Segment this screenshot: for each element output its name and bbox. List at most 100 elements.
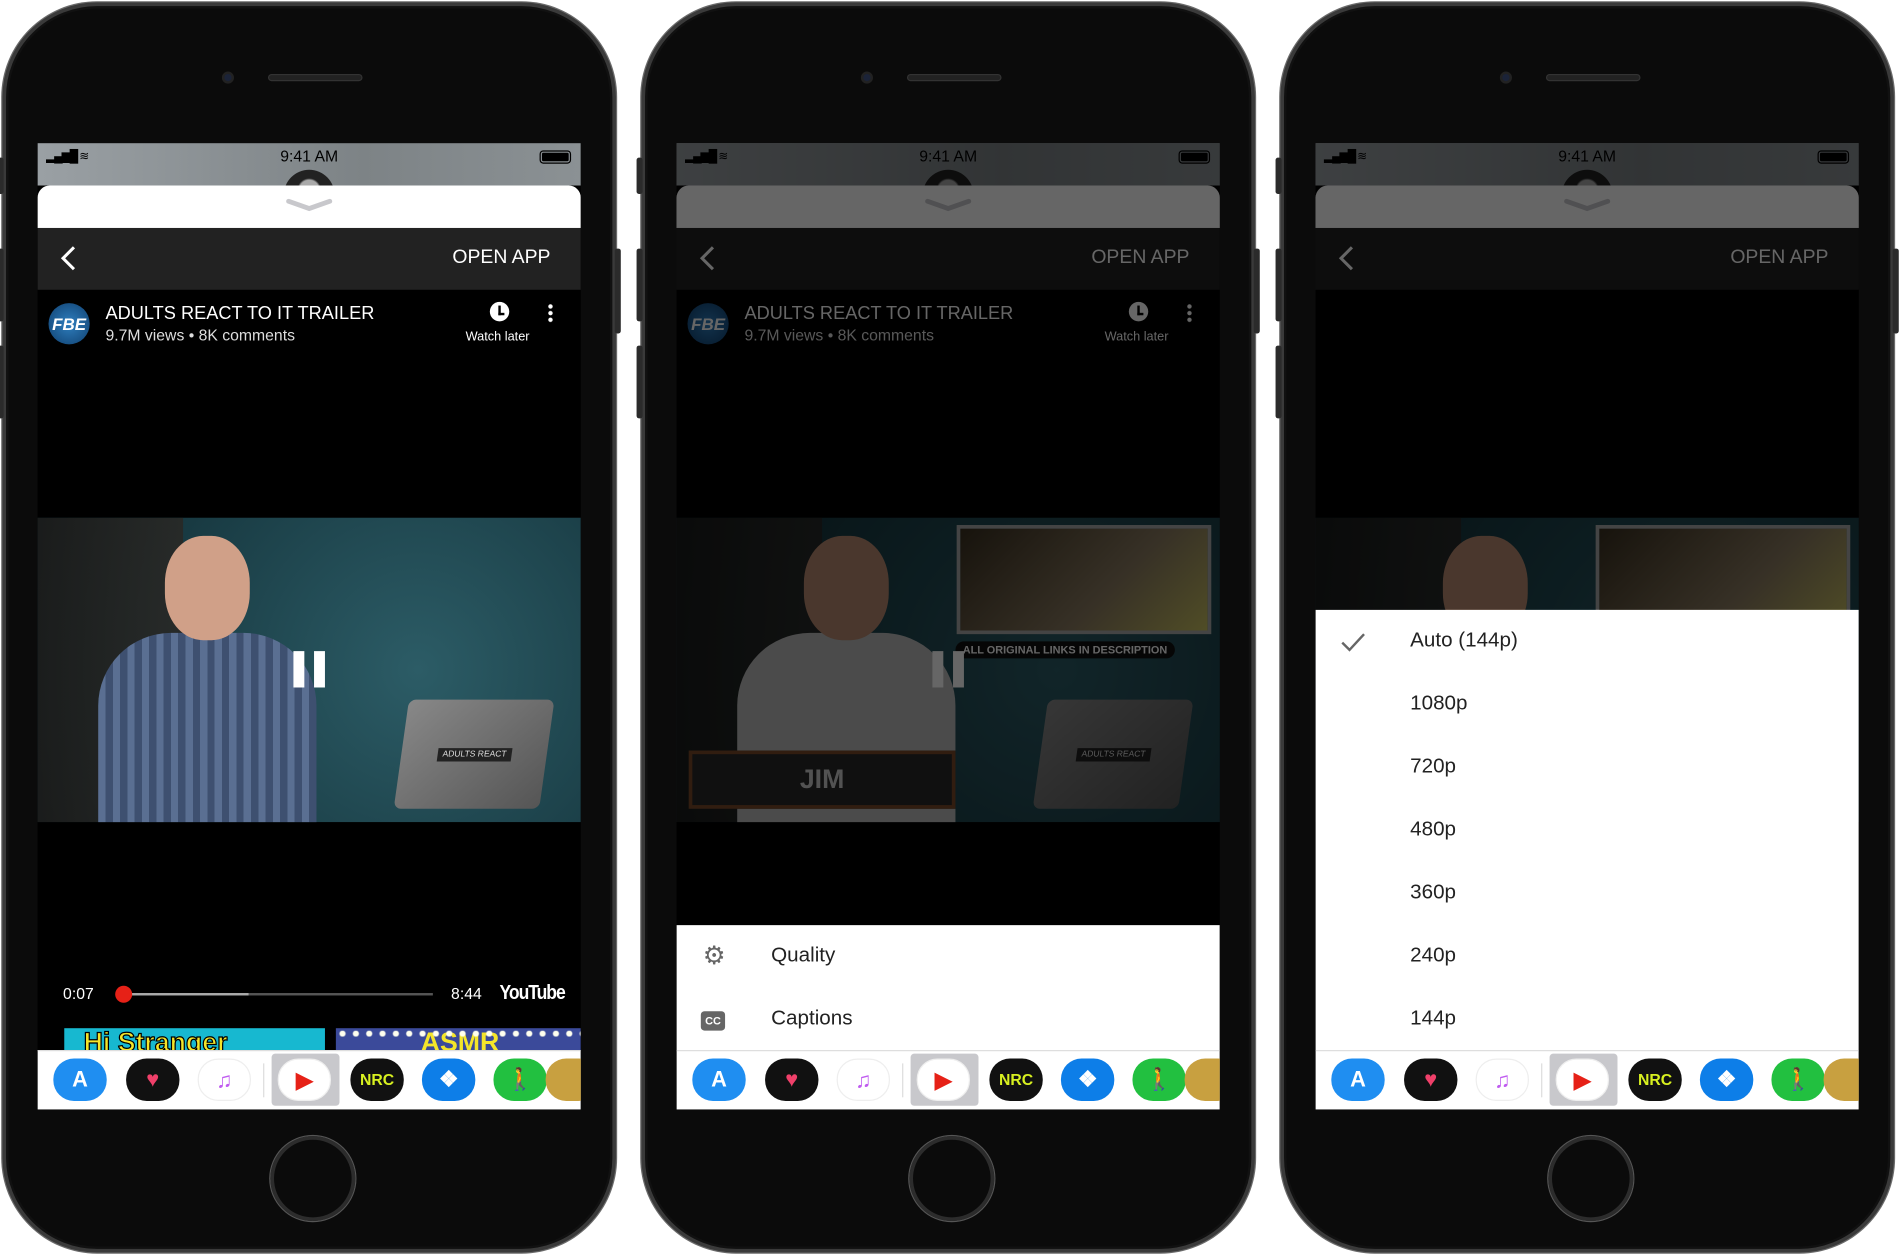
youtube-icon[interactable]: ▶ [277,1058,332,1101]
video-player[interactable]: ADULTS REACT [37,517,581,823]
quality-option-label: 720p [1410,754,1457,778]
dim-overlay[interactable] [1315,143,1859,610]
video-title: ADULTS REACT TO IT TRAILER [105,303,375,324]
nike-run-club-icon[interactable]: NRC [1628,1058,1682,1101]
clock-icon[interactable] [489,301,510,322]
screen: ▂▄▆█ ≋ 9:41 AM OPEN APP FBE ADULTS REACT… [676,143,1220,1110]
battery-icon [539,150,572,164]
related-video-thumbnail[interactable]: ASMR [335,1028,581,1051]
earpiece-speaker [267,73,363,82]
heart-app-icon[interactable]: ♥ [126,1058,180,1101]
quality-option[interactable]: 360p [1316,862,1859,925]
heart-app-icon[interactable]: ♥ [765,1058,819,1101]
app-store-icon[interactable]: A [53,1058,107,1101]
quality-option[interactable]: Auto (144p) [1316,610,1859,673]
mute-switch [1275,157,1282,194]
open-app-button[interactable]: OPEN APP [452,247,550,269]
video-frame-person [98,535,317,823]
quality-option-label: 240p [1410,943,1457,967]
seek-track[interactable] [115,985,433,1003]
gold-app-icon[interactable] [1184,1058,1220,1101]
dim-overlay[interactable] [676,143,1220,926]
quality-option[interactable]: 144p [1316,988,1859,1051]
checkmark-icon [1341,633,1365,652]
front-camera [1499,71,1512,84]
quality-menu: Auto (144p) 1080p 720p 480p 360p 240p 144p [1315,609,1859,1051]
gold-app-icon[interactable] [1823,1058,1859,1101]
home-button[interactable] [1548,1136,1634,1221]
quality-option[interactable]: 240p [1316,925,1859,988]
front-camera [860,71,873,84]
gear-icon: ⚙ [702,942,726,970]
earpiece-speaker [906,73,1002,82]
front-camera [221,71,235,84]
music-icon[interactable]: ♫ [836,1058,890,1101]
imessage-app-drawer: A ♥ ♫ ▶ NRC ❖ 🚶 [37,1050,581,1110]
chevron-left-icon[interactable] [57,245,81,272]
quality-option-label: 480p [1410,817,1457,841]
power-button [1892,248,1899,334]
music-icon[interactable]: ♫ [197,1058,251,1101]
mute-switch [636,157,643,194]
app-store-icon[interactable]: A [692,1058,746,1101]
related-video-thumbnail[interactable]: Hi Stranger [64,1028,325,1051]
mute-switch [0,157,4,194]
menu-item-captions[interactable]: CC Captions [677,988,1220,1051]
volume-up-button [636,248,643,322]
volume-down-button [1275,345,1282,419]
earpiece-speaker [1545,73,1641,82]
volume-down-button [636,345,643,419]
closed-captions-icon: CC [700,1011,726,1031]
imessage-app-drawer: A ♥ ♫ ▶ NRC ❖ 🚶 [676,1050,1220,1110]
watch-later-label[interactable]: Watch later [466,330,530,345]
quality-option-label: 144p [1410,1006,1457,1030]
video-frame-laptop: ADULTS REACT [393,699,555,809]
quality-option[interactable]: 720p [1316,736,1859,799]
fitness-walk-icon[interactable]: 🚶 [493,1058,547,1101]
dock-divider [1541,1063,1543,1098]
gold-app-icon[interactable] [545,1058,581,1101]
fitness-walk-icon[interactable]: 🚶 [1771,1058,1825,1101]
youtube-icon[interactable]: ▶ [916,1058,970,1101]
power-button [1253,248,1260,334]
menu-item-label: Quality [771,943,836,967]
volume-up-button [0,248,4,322]
quality-option-label: 360p [1410,880,1457,904]
more-options-icon[interactable] [548,303,553,323]
youtube-icon[interactable]: ▶ [1555,1058,1609,1101]
nike-run-club-icon[interactable]: NRC [989,1058,1043,1101]
menu-item-quality[interactable]: ⚙ Quality [677,925,1220,988]
dock-divider [902,1063,904,1098]
heart-app-icon[interactable]: ♥ [1404,1058,1458,1101]
pause-icon[interactable] [293,651,325,688]
settings-menu: ⚙ Quality CC Captions [676,925,1220,1051]
screen: ▂▄▆█ ≋ 9:41 AM OPEN APP FBE ADULTS REACT… [37,143,581,1110]
buffered-bar [120,993,249,996]
iphone-frame-1: ▂▄▆█ ≋ 9:41 AM OPEN APP FBE ADULTS REACT… [0,2,621,1253]
youtube-logo[interactable]: YouTube [500,981,566,1005]
home-button[interactable] [909,1136,995,1221]
duration: 8:44 [451,984,482,1003]
chevron-down-icon[interactable] [285,198,334,213]
dropbox-icon[interactable]: ❖ [421,1058,476,1101]
current-time: 0:07 [63,984,94,1003]
app-store-icon[interactable]: A [1331,1058,1385,1101]
volume-up-button [1275,248,1282,322]
volume-down-button [0,345,4,419]
quality-option[interactable]: 1080p [1316,673,1859,736]
channel-avatar[interactable]: FBE [48,303,90,345]
home-button[interactable] [270,1136,356,1221]
music-icon[interactable]: ♫ [1475,1058,1529,1101]
quality-option[interactable]: 480p [1316,799,1859,862]
dropbox-icon[interactable]: ❖ [1699,1058,1754,1101]
fitness-walk-icon[interactable]: 🚶 [1132,1058,1186,1101]
seek-knob[interactable] [115,985,133,1003]
iphone-frame-3: ▂▄▆█ ≋ 9:41 AM OPEN APP ADULTS REACT Aut… [1275,2,1899,1253]
dock-divider [263,1063,265,1098]
dropbox-icon[interactable]: ❖ [1060,1058,1115,1101]
progress-bar[interactable]: 0:07 8:44 YouTube [38,980,581,1009]
nike-run-club-icon[interactable]: NRC [350,1058,404,1101]
status-time: 9:41 AM [280,146,339,165]
nav-bar: OPEN APP [37,227,581,290]
quality-option-label: Auto (144p) [1410,628,1518,652]
